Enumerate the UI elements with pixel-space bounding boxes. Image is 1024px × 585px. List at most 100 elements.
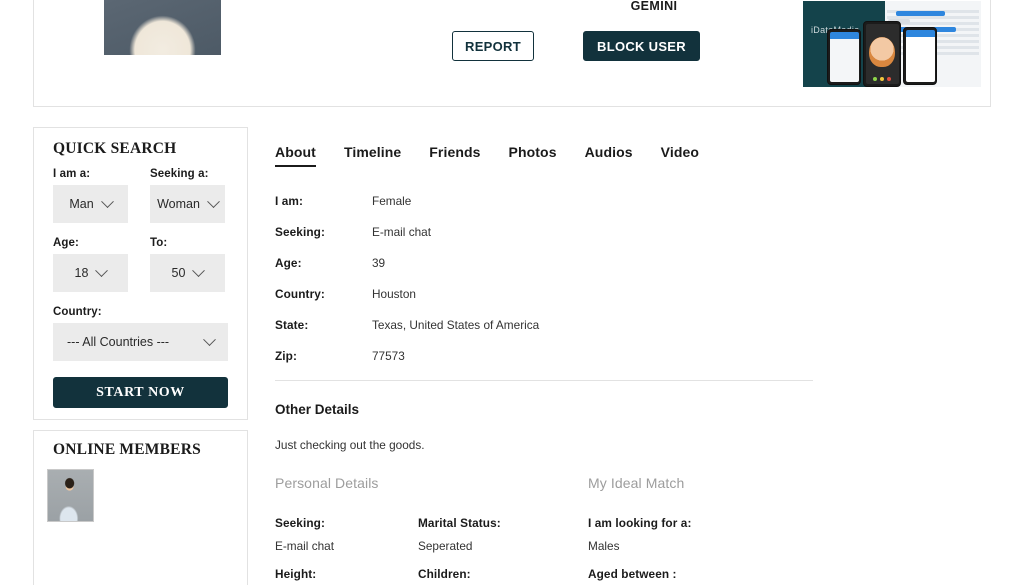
report-button[interactable]: REPORT [452,31,534,61]
about-key: Zip: [275,349,298,363]
about-key: State: [275,318,309,332]
select-age-to-value: 50 [171,266,186,280]
tab-timeline[interactable]: Timeline [344,144,401,167]
detail-value: E-mail chat [275,539,335,553]
about-row: Age: 39 [275,256,991,270]
detail-value: Males [588,539,620,553]
chevron-down-icon [207,194,220,208]
select-seeking-a-value: Woman [157,197,200,211]
ad-artwork: iDateMedia [803,1,981,87]
quick-search-row-age: Age: 18 To: 50 [53,237,228,292]
about-key: Country: [275,287,325,301]
ad-phone-center [863,21,901,87]
detail-key: I am looking for a: [588,516,692,530]
profile-avatar-photo [104,0,221,55]
about-value: 77573 [372,349,405,363]
about-key: I am: [275,194,304,208]
quick-search-form: I am a: Man Seeking a: Woman Age: 18 To:… [53,168,228,408]
detail-key: Aged between : [588,567,677,581]
select-age-to[interactable]: 50 [150,254,225,292]
label-seeking-a: Seeking a: [150,168,209,180]
about-value: E-mail chat [372,225,432,239]
field-age-from: Age: 18 [53,237,128,292]
select-age-from[interactable]: 18 [53,254,128,292]
about-row: I am: Female [275,194,991,208]
about-value: Texas, United States of America [372,318,540,332]
field-age-to: To: 50 [150,237,225,292]
about-value: Houston [372,287,416,301]
about-row: Seeking: E-mail chat [275,225,991,239]
personal-details-columns: Seeking: E-mail chat Height: 5'6" (167cm… [275,516,588,585]
advertisement-banner[interactable]: iDateMedia [803,1,981,87]
ad-phone-right [903,27,937,85]
select-country-value: --- All Countries --- [67,335,170,349]
personal-details-heading: Personal Details [275,475,379,491]
label-age-to: To: [150,237,168,249]
detail-key: Children: [418,567,471,581]
ad-call-indicators [873,77,891,81]
field-seeking-a: Seeking a: Woman [150,168,225,223]
field-country: Country: --- All Countries --- [53,306,228,361]
about-row: State: Texas, United States of America [275,318,991,332]
field-i-am-a: I am a: Man [53,168,128,223]
profile-avatar[interactable] [104,0,221,55]
tab-photos[interactable]: Photos [509,144,557,167]
ad-phone-left [827,29,861,85]
ad-phone-screen [865,24,899,84]
about-key: Age: [275,256,302,270]
label-i-am-a: I am a: [53,168,91,180]
profile-tabs: About Timeline Friends Photos Audios Vid… [275,127,991,167]
about-details-list: I am: Female Seeking: E-mail chat Age: 3… [275,194,991,363]
start-now-button[interactable]: START NOW [53,377,228,408]
ad-phone-screen [905,30,935,82]
online-member-thumbnail[interactable] [47,469,94,522]
select-country[interactable]: --- All Countries --- [53,323,228,361]
about-row: Country: Houston [275,287,991,301]
personal-details-column-2: Marital Status: Seperated Children: Mayb… [418,516,561,585]
about-value: Female [372,194,412,208]
ad-phone-screen [829,32,859,82]
tab-audios[interactable]: Audios [585,144,633,167]
detail-key: Seeking: [275,516,325,530]
chevron-down-icon [192,263,206,277]
ideal-match-heading: My Ideal Match [588,475,685,491]
chevron-down-icon [203,332,216,346]
select-i-am-a-value: Man [69,197,94,211]
chevron-down-icon [100,194,114,208]
other-details-title: Other Details [275,402,360,417]
detail-value: Seperated [418,539,473,553]
about-key: Seeking: [275,225,325,239]
ideal-match-section: My Ideal Match I am looking for a: Males… [588,475,901,585]
profile-bio-text: Just checking out the goods. [275,438,425,452]
online-member-photo [48,470,93,521]
label-age-from: Age: [53,237,79,249]
ad-video-call-face [869,36,895,67]
ad-chat-bubble [895,11,946,16]
quick-search-panel: QUICK SEARCH I am a: Man Seeking a: Woma… [33,127,248,420]
personal-details-column-1: Seeking: E-mail chat Height: 5'6" (167cm… [275,516,418,585]
quick-search-title: QUICK SEARCH [53,140,177,157]
detail-key: Marital Status: [418,516,501,530]
select-seeking-a[interactable]: Woman [150,185,225,223]
chevron-down-icon [95,263,109,277]
tab-video[interactable]: Video [661,144,699,167]
select-age-from-value: 18 [74,266,89,280]
about-value: 39 [372,256,386,270]
online-members-title: ONLINE MEMBERS [53,441,201,458]
section-divider [275,380,813,381]
ideal-match-column: I am looking for a: Males Aged between :… [588,516,731,585]
about-row: Zip: 77573 [275,349,991,363]
profile-header-card: GEMINI REPORT BLOCK USER iDateMedia [33,0,991,107]
personal-details-section: Personal Details Seeking: E-mail chat He… [275,475,588,585]
profile-name: GEMINI [630,0,678,13]
tab-about[interactable]: About [275,144,316,167]
detail-key: Height: [275,567,317,581]
block-user-button[interactable]: BLOCK USER [583,31,700,61]
label-country: Country: [53,306,102,318]
profile-main-content: About Timeline Friends Photos Audios Vid… [275,127,991,585]
select-i-am-a[interactable]: Man [53,185,128,223]
tab-friends[interactable]: Friends [429,144,480,167]
page-root: GEMINI REPORT BLOCK USER iDateMedia [0,0,1024,585]
